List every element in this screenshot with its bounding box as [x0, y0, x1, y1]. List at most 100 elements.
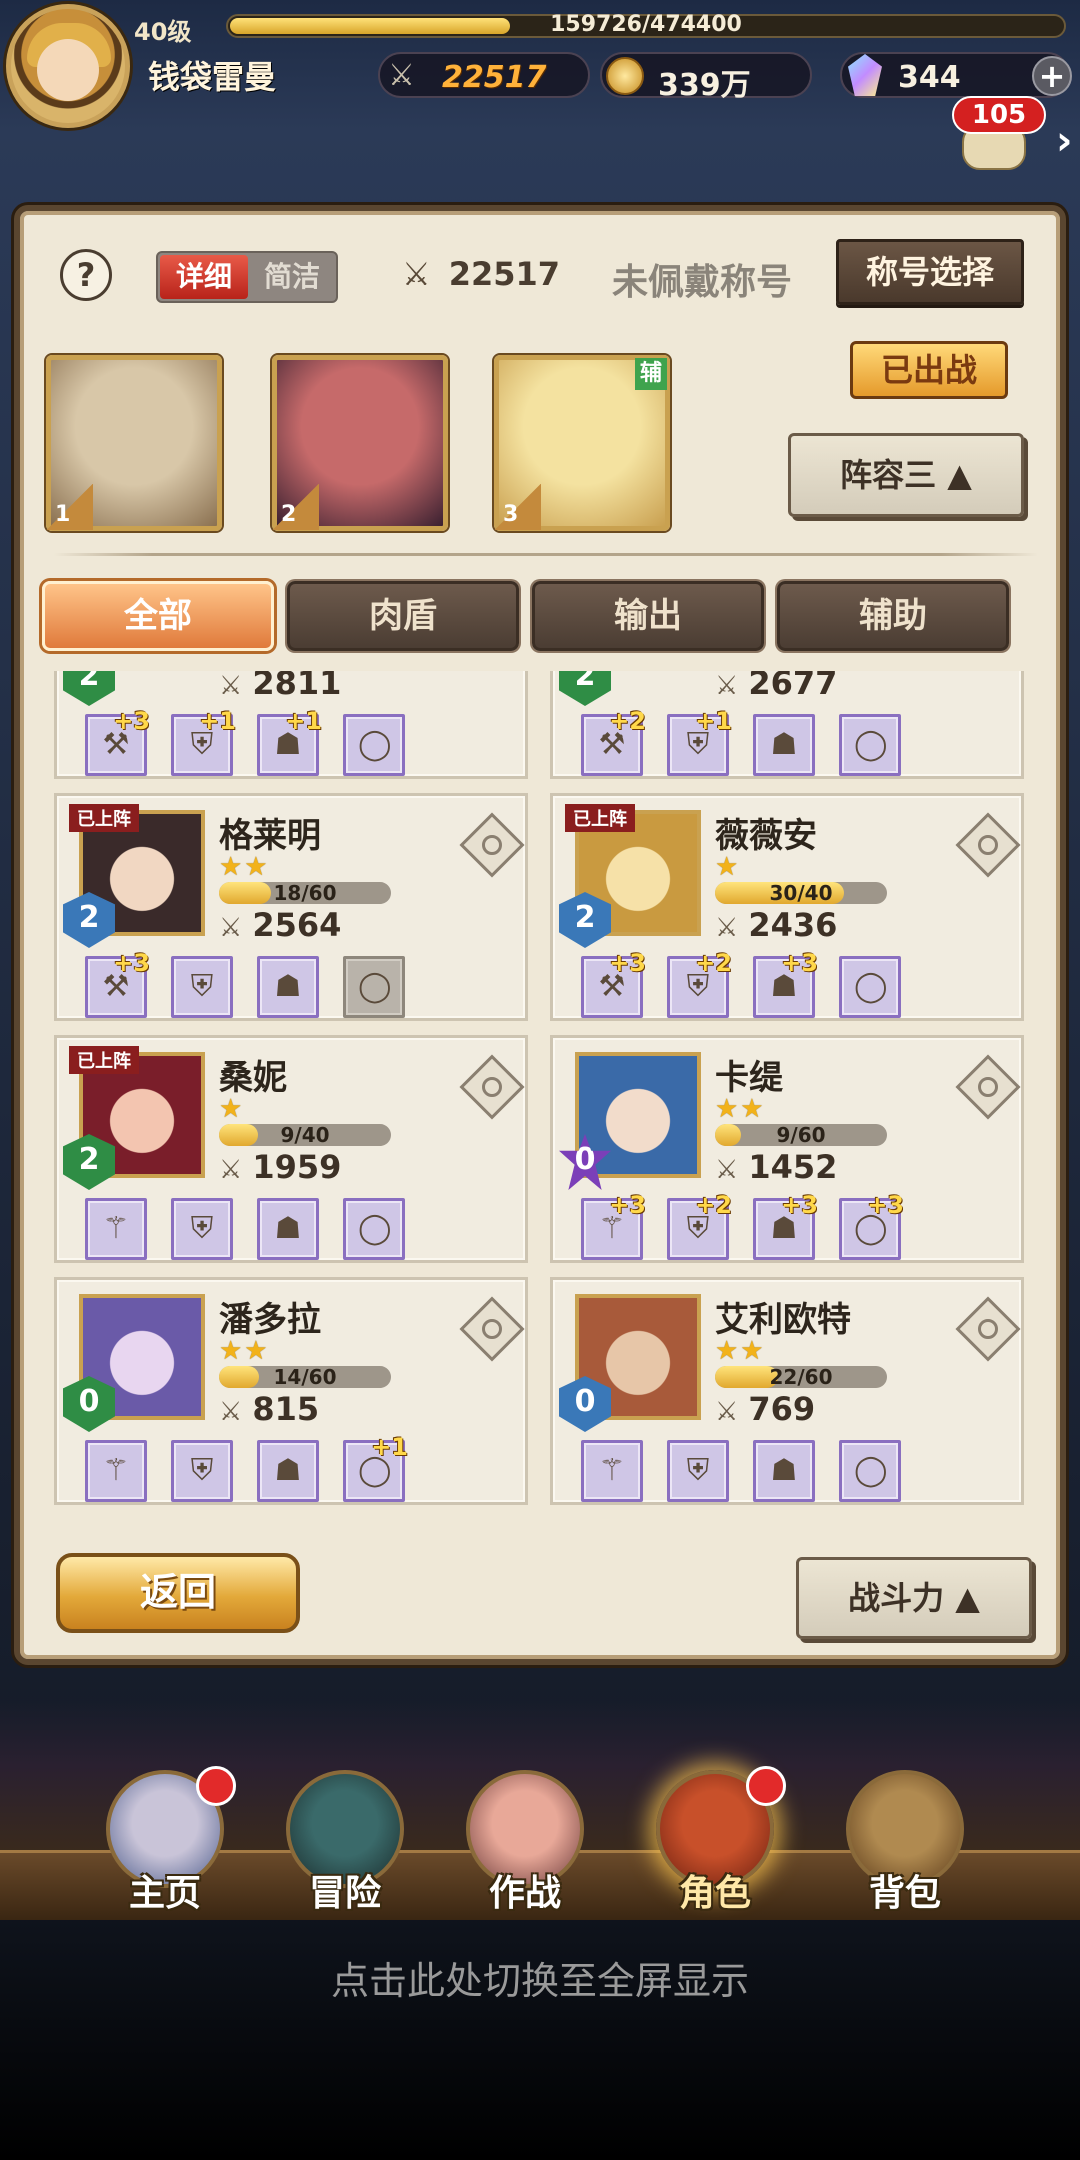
- formation-dropdown[interactable]: 阵容三 ▲: [788, 433, 1024, 517]
- equip-slot-ring[interactable]: ◯: [343, 1198, 405, 1260]
- nav-item-1[interactable]: 冒险: [270, 1760, 420, 1920]
- equip-slot-boots[interactable]: ☗ +1: [257, 707, 322, 776]
- enhance-level: +3: [113, 707, 150, 735]
- chevron-right-icon[interactable]: ›: [1056, 118, 1072, 164]
- equip-slot-ring[interactable]: ◯: [343, 956, 405, 1018]
- chat-button[interactable]: 105: [952, 96, 1048, 176]
- equip-slot-boots[interactable]: ☗: [257, 1198, 319, 1260]
- nav-item-3[interactable]: 角色: [640, 1760, 790, 1920]
- hero-exp-bar: 9/60: [715, 1124, 887, 1146]
- hero-detail-icon[interactable]: [955, 1296, 1021, 1362]
- hero-list[interactable]: 2 ⚔ 2811 ⚒ +3 ⛨ +1 ☗ +1 ◯ 2 ⚔ 2677 ⚒ +2 ⛨ +1 ☗ ◯ 已上阵 2 格莱明 ★★ 1…: [54, 671, 1040, 1531]
- nav-item-label: 角色: [678, 1873, 751, 1914]
- equip-slot-staff[interactable]: ⚚ +3: [581, 1191, 646, 1260]
- player-name: 钱袋雷曼: [148, 58, 277, 96]
- team-slot-3[interactable]: 3辅: [494, 355, 670, 531]
- hero-stars: ★: [219, 1094, 245, 1124]
- ring-icon: ◯: [358, 1211, 392, 1246]
- back-button[interactable]: 返回: [56, 1553, 300, 1633]
- equip-slot-armor[interactable]: ⛨: [171, 956, 233, 1018]
- equip-slot-staff[interactable]: ⚚: [85, 1440, 147, 1502]
- hero-detail-icon[interactable]: [955, 1054, 1021, 1120]
- equip-slot-ring[interactable]: ◯: [343, 714, 405, 776]
- ring-icon: ◯: [854, 969, 888, 1004]
- view-simple-button[interactable]: 简洁: [248, 255, 336, 299]
- hero-power-value: 769: [748, 1390, 816, 1428]
- support-badge: 辅: [635, 358, 667, 390]
- equip-slot-armor[interactable]: ⛨ +1: [171, 707, 236, 776]
- hero-card[interactable]: 已上阵 2 格莱明 ★★ 18/60 ⚔ 2564 ⚒ +3 ⛨ ☗ ◯: [54, 793, 528, 1021]
- crossed-swords-icon: ⚔: [219, 913, 243, 943]
- filter-tab-1[interactable]: 肉盾: [287, 581, 519, 651]
- filter-tab-2[interactable]: 输出: [532, 581, 764, 651]
- equip-slot-armor[interactable]: ⛨ +2: [667, 1191, 732, 1260]
- nav-item-2[interactable]: 作战: [450, 1760, 600, 1920]
- team-slot-1[interactable]: 1: [46, 355, 222, 531]
- equip-slot-armor[interactable]: ⛨: [171, 1440, 233, 1502]
- team-power: ⚔ 22517: [402, 255, 560, 293]
- game-screen: { "player": { "level": "40级", "xp": "159…: [0, 0, 1080, 2160]
- gold-value: 339万: [658, 68, 751, 103]
- equip-slot-axe[interactable]: ⚒ +3: [85, 707, 150, 776]
- hero-card[interactable]: 0 潘多拉 ★★ 14/60 ⚔ 815 ⚚ ⛨ ☗ ◯ +1: [54, 1277, 528, 1505]
- hero-detail-icon[interactable]: [459, 1296, 525, 1362]
- equip-slot-staff[interactable]: ⚚: [85, 1198, 147, 1260]
- hero-card[interactable]: 已上阵 2 薇薇安 ★ 30/40 ⚔ 2436 ⚒ +3 ⛨ +2 ☗ +3 ◯: [550, 793, 1024, 1021]
- equip-slot-boots[interactable]: ☗ +3: [753, 949, 818, 1018]
- deployed-tag: 已上阵: [69, 804, 139, 832]
- title-select-button[interactable]: 称号选择: [836, 239, 1024, 305]
- hero-detail-icon[interactable]: [459, 1054, 525, 1120]
- equip-slot-ring[interactable]: ◯: [839, 956, 901, 1018]
- help-button[interactable]: ?: [60, 249, 112, 301]
- ring-icon: ◯: [358, 969, 392, 1004]
- nav-item-0[interactable]: 主页: [90, 1760, 240, 1920]
- armor-icon: ⛨: [190, 969, 214, 1004]
- hero-detail-icon[interactable]: [955, 812, 1021, 878]
- equip-slot-staff[interactable]: ⚚: [581, 1440, 643, 1502]
- hero-power-value: 2564: [252, 906, 342, 944]
- hero-power-value: 1452: [748, 1148, 838, 1186]
- hero-card-partial[interactable]: 2 ⚔ 2677 ⚒ +2 ⛨ +1 ☗ ◯: [550, 671, 1024, 779]
- nav-item-4[interactable]: 背包: [830, 1760, 980, 1920]
- equip-slot-armor[interactable]: ⛨ +2: [667, 949, 732, 1018]
- filter-tab-3[interactable]: 辅助: [777, 581, 1009, 651]
- slot-number: 1: [47, 484, 93, 530]
- fullscreen-hint[interactable]: 点击此处切换至全屏显示: [0, 1950, 1080, 2005]
- hero-stars: ★★: [715, 1094, 766, 1124]
- xp-text: 159726/474400: [550, 12, 742, 37]
- crossed-swords-icon: ⚔: [219, 1155, 243, 1185]
- hero-exp-bar: 22/60: [715, 1366, 887, 1388]
- equip-slot-armor[interactable]: ⛨ +1: [667, 707, 732, 776]
- equip-slot-boots[interactable]: ☗: [257, 1440, 319, 1502]
- equip-slot-ring[interactable]: ◯: [839, 714, 901, 776]
- filter-tab-0[interactable]: 全部: [42, 581, 274, 651]
- deployed-button[interactable]: 已出战: [850, 341, 1008, 399]
- equip-slot-ring[interactable]: ◯: [839, 1440, 901, 1502]
- sort-button[interactable]: 战斗力 ▲: [796, 1557, 1032, 1639]
- equip-slot-boots[interactable]: ☗ +3: [753, 1191, 818, 1260]
- add-gems-button[interactable]: +: [1032, 56, 1072, 96]
- equip-slot-boots[interactable]: ☗: [753, 714, 815, 776]
- view-detail-button[interactable]: 详细: [160, 255, 248, 299]
- equip-slot-axe[interactable]: ⚒ +3: [85, 949, 150, 1018]
- equip-slot-axe[interactable]: ⚒ +3: [581, 949, 646, 1018]
- hero-exp-bar: 9/40: [219, 1124, 391, 1146]
- player-avatar[interactable]: [6, 4, 130, 128]
- hero-card-partial[interactable]: 2 ⚔ 2811 ⚒ +3 ⛨ +1 ☗ +1 ◯: [54, 671, 528, 779]
- equip-slot-ring[interactable]: ◯ +1: [343, 1433, 408, 1502]
- equip-slot-armor[interactable]: ⛨: [171, 1198, 233, 1260]
- hero-exp-bar: 18/60: [219, 882, 391, 904]
- hero-card[interactable]: 已上阵 2 桑妮 ★ 9/40 ⚔ 1959 ⚚ ⛨ ☗ ◯: [54, 1035, 528, 1263]
- enhance-level: +3: [609, 949, 646, 977]
- hero-card[interactable]: 0 卡缇 ★★ 9/60 ⚔ 1452 ⚚ +3 ⛨ +2 ☗ +3 ◯ +3: [550, 1035, 1024, 1263]
- hero-card[interactable]: 0 艾利欧特 ★★ 22/60 ⚔ 769 ⚚ ⛨ ☗ ◯: [550, 1277, 1024, 1505]
- equip-slot-armor[interactable]: ⛨: [667, 1440, 729, 1502]
- equip-slot-axe[interactable]: ⚒ +2: [581, 707, 646, 776]
- hero-detail-icon[interactable]: [459, 812, 525, 878]
- team-slot-2[interactable]: 2: [272, 355, 448, 531]
- equip-slot-boots[interactable]: ☗: [257, 956, 319, 1018]
- equip-slot-ring[interactable]: ◯ +3: [839, 1191, 904, 1260]
- hero-exp-bar: 14/60: [219, 1366, 391, 1388]
- hero-power-value: 2677: [748, 671, 838, 702]
- equip-slot-boots[interactable]: ☗: [753, 1440, 815, 1502]
